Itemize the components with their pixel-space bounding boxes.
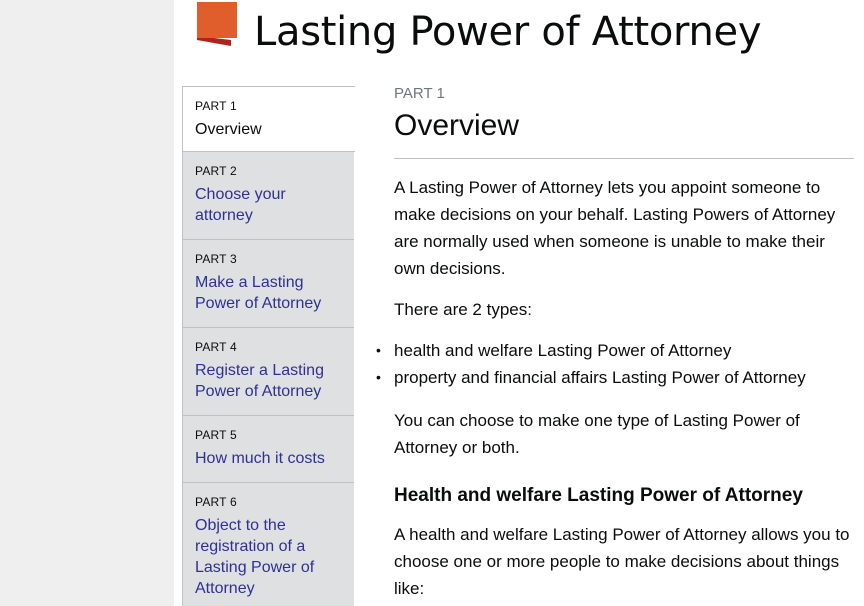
nav-item-make-lpa[interactable]: PART 3 Make a Lasting Power of Attorney xyxy=(183,240,354,328)
part-title: Overview xyxy=(394,109,520,142)
list-item-text: health and welfare Lasting Power of Atto… xyxy=(394,341,732,360)
nav-item-register-lpa[interactable]: PART 4 Register a Lasting Power of Attor… xyxy=(183,328,354,416)
nav-item-choose-attorney[interactable]: PART 2 Choose your attorney xyxy=(183,152,354,240)
divider xyxy=(394,158,854,159)
types-intro: There are 2 types: xyxy=(394,300,532,319)
intro-paragraph: A Lasting Power of Attorney lets you app… xyxy=(394,178,836,278)
nav-item-label[interactable]: Object to the registration of a Lasting … xyxy=(195,515,335,599)
nav-part-number: PART 4 xyxy=(195,340,237,354)
nav-part-number: PART 6 xyxy=(195,495,237,509)
nav-part-number: PART 5 xyxy=(195,428,237,442)
flag-icon xyxy=(197,2,237,46)
types-list: • health and welfare Lasting Power of At… xyxy=(372,337,850,391)
article-body: A Lasting Power of Attorney lets you app… xyxy=(376,174,850,606)
part-header: PART 1 Overview xyxy=(394,84,854,144)
nav-item-label[interactable]: Register a Lasting Power of Attorney xyxy=(195,360,335,402)
list-item: • property and financial affairs Lasting… xyxy=(376,364,850,391)
nav-item-label[interactable]: Choose your attorney xyxy=(195,184,335,226)
nav-item-overview: PART 1 Overview xyxy=(183,86,355,152)
list-item: • health and welfare Lasting Power of At… xyxy=(376,337,850,364)
nav-item-label[interactable]: How much it costs xyxy=(195,448,335,469)
nav-item-label[interactable]: Make a Lasting Power of Attorney xyxy=(195,272,335,314)
section-heading: Health and welfare Lasting Power of Atto… xyxy=(394,485,803,506)
part-kicker: PART 1 xyxy=(394,85,445,102)
choose-paragraph: You can choose to make one type of Lasti… xyxy=(394,411,800,457)
nav-part-number: PART 2 xyxy=(195,164,237,178)
nav-part-number: PART 1 xyxy=(195,99,237,113)
nav-part-number: PART 3 xyxy=(195,252,237,266)
bullet-icon: • xyxy=(376,342,381,358)
list-item-text: property and financial affairs Lasting P… xyxy=(394,368,806,387)
part-navigation: PART 1 Overview PART 2 Choose your attor… xyxy=(182,86,355,606)
section-paragraph: A health and welfare Lasting Power of At… xyxy=(394,525,850,598)
nav-item-object-registration[interactable]: PART 6 Object to the registration of a L… xyxy=(183,483,354,606)
nav-item-label: Overview xyxy=(195,121,262,138)
nav-item-costs[interactable]: PART 5 How much it costs xyxy=(183,416,354,483)
bullet-icon: • xyxy=(376,369,381,385)
page-title: Lasting Power of Attorney xyxy=(254,9,762,55)
left-gutter xyxy=(0,0,174,606)
page: Lasting Power of Attorney PART 1 Overvie… xyxy=(0,0,864,606)
